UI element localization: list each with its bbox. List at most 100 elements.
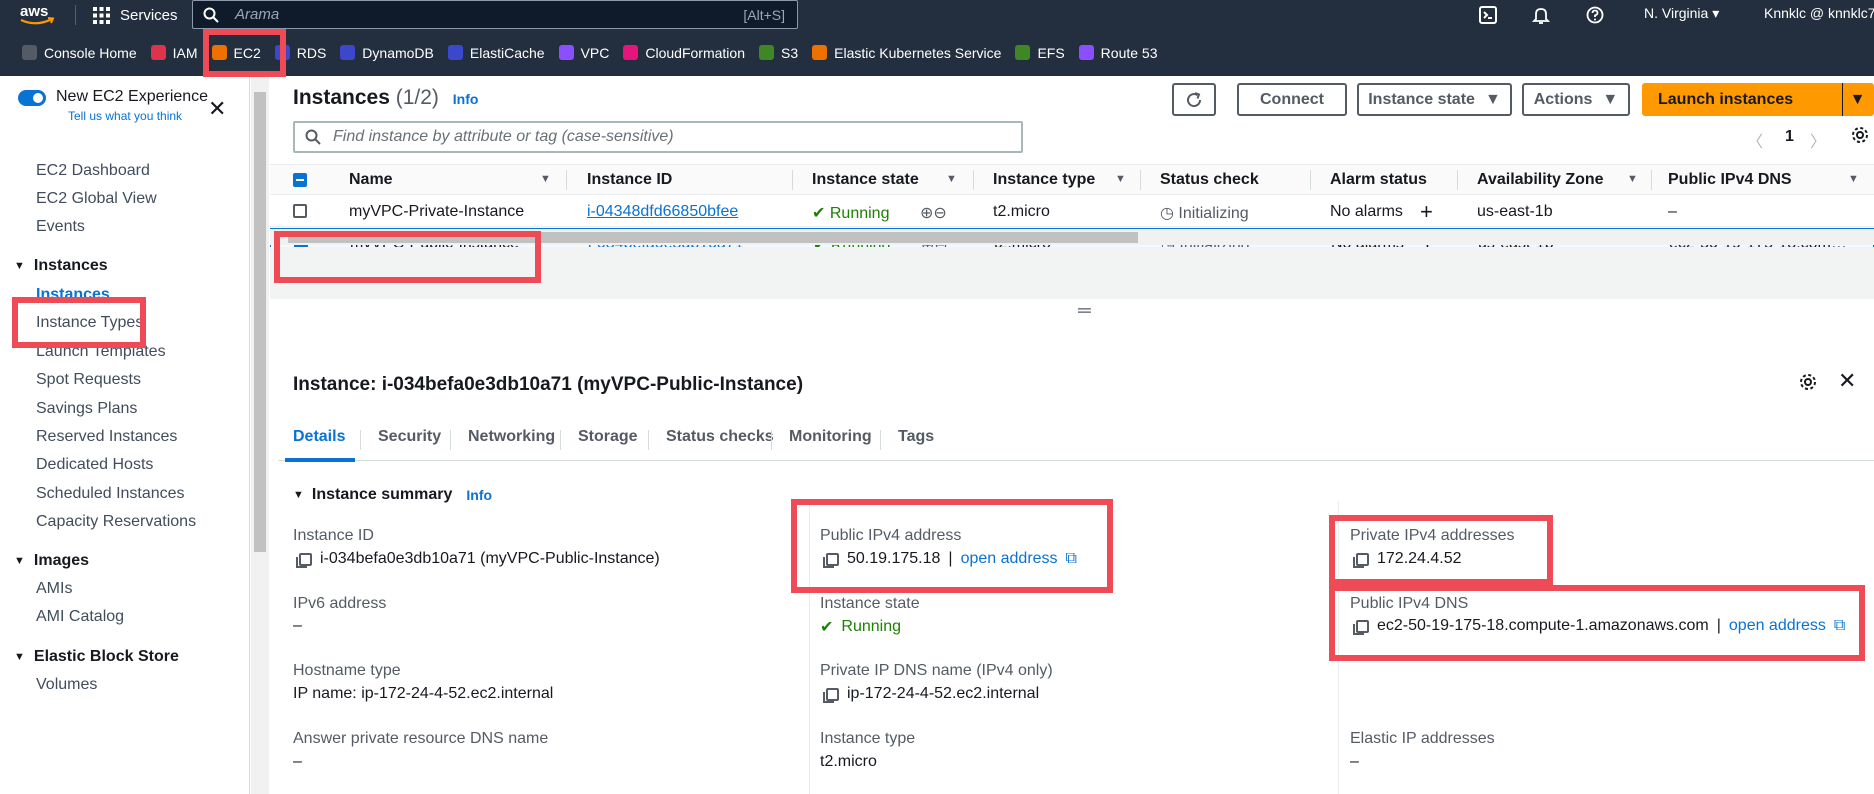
zoom-icons[interactable]: ⊕⊖ bbox=[920, 203, 947, 223]
info-link[interactable]: Info bbox=[453, 91, 479, 107]
sidebar-item-ec2-dashboard[interactable]: EC2 Dashboard bbox=[36, 162, 150, 180]
add-alarm-icon[interactable]: + bbox=[1420, 199, 1433, 225]
favorite-cloudformation[interactable]: CloudFormation bbox=[623, 45, 745, 61]
column-header-availability-zone[interactable]: Availability Zone bbox=[1477, 171, 1604, 189]
region-selector[interactable]: N. Virginia ▾ bbox=[1644, 5, 1719, 22]
sidebar-item-instances[interactable]: Instances bbox=[36, 286, 110, 304]
instance-summary-header[interactable]: ▼ Instance summary Info bbox=[293, 486, 492, 504]
services-menu[interactable]: Services bbox=[93, 4, 178, 26]
settings-icon[interactable] bbox=[1850, 125, 1870, 150]
launch-instances-button[interactable]: Launch instances ▼ bbox=[1642, 83, 1874, 116]
connect-button[interactable]: Connect bbox=[1237, 83, 1347, 116]
sidebar-section-elastic-block-store[interactable]: ▼ Elastic Block Store bbox=[14, 648, 179, 666]
scrollbar-thumb[interactable] bbox=[288, 232, 1138, 243]
filter-caret-icon[interactable]: ▼ bbox=[1627, 173, 1638, 185]
favorite-vpc[interactable]: VPC bbox=[558, 45, 609, 61]
refresh-button[interactable] bbox=[1172, 83, 1216, 116]
tab-security[interactable]: Security bbox=[378, 428, 441, 446]
favorite-console-home[interactable]: Console Home bbox=[22, 45, 137, 61]
cell-instance-id-link[interactable]: i-04348dfd66850bfee bbox=[587, 203, 738, 221]
actions-dropdown[interactable]: Actions ▼ bbox=[1522, 83, 1630, 116]
column-header-instance-type[interactable]: Instance type bbox=[993, 171, 1095, 189]
copy-icon[interactable] bbox=[1353, 619, 1369, 635]
table-row[interactable]: myVPC-Private-Instance i-04348dfd66850bfe… bbox=[270, 197, 1874, 227]
sidebar-item-events[interactable]: Events bbox=[36, 218, 85, 236]
region-label: N. Virginia bbox=[1644, 5, 1709, 21]
info-link[interactable]: Info bbox=[466, 487, 492, 503]
prev-page-icon[interactable]: 〈 bbox=[1747, 128, 1763, 152]
global-search-input[interactable]: Arama [Alt+S] bbox=[192, 0, 798, 29]
instance-state-dropdown[interactable]: Instance state ▼ bbox=[1357, 83, 1512, 116]
caret-down-icon[interactable]: ▼ bbox=[1842, 83, 1872, 116]
sidebar-item-spot-requests[interactable]: Spot Requests bbox=[36, 371, 141, 389]
account-menu[interactable]: Knnklc @ knnklc7 bbox=[1764, 5, 1874, 21]
tab-monitoring[interactable]: Monitoring bbox=[789, 428, 872, 446]
favorite-rds[interactable]: RDS bbox=[274, 45, 326, 61]
close-icon[interactable]: ✕ bbox=[208, 96, 226, 122]
page-number[interactable]: 1 bbox=[1785, 128, 1794, 146]
favorite-iam[interactable]: IAM bbox=[150, 45, 198, 61]
column-header-instance-state[interactable]: Instance state bbox=[812, 171, 919, 189]
toggle-switch[interactable] bbox=[18, 90, 46, 106]
new-experience-toggle[interactable]: New EC2 Experience Tell us what you thin… bbox=[18, 88, 208, 123]
row-checkbox[interactable] bbox=[293, 204, 307, 218]
filter-caret-icon[interactable]: ▼ bbox=[540, 173, 551, 185]
sidebar-scrollbar[interactable] bbox=[251, 76, 269, 794]
column-header-public-dns[interactable]: Public IPv4 DNS bbox=[1668, 171, 1792, 189]
sidebar-item-savings-plans[interactable]: Savings Plans bbox=[36, 400, 137, 418]
favorite-dynamodb[interactable]: DynamoDB bbox=[340, 45, 434, 61]
favorite-elastic-kubernetes-service[interactable]: Elastic Kubernetes Service bbox=[812, 45, 1001, 61]
column-header-name[interactable]: Name bbox=[349, 171, 393, 189]
tab-tags[interactable]: Tags bbox=[898, 428, 934, 446]
feedback-link[interactable]: Tell us what you think bbox=[68, 109, 208, 123]
filter-caret-icon[interactable]: ▼ bbox=[1115, 173, 1126, 185]
favorite-elasticache[interactable]: ElastiCache bbox=[447, 45, 545, 61]
tab-storage[interactable]: Storage bbox=[578, 428, 638, 446]
copy-icon[interactable] bbox=[1353, 552, 1369, 568]
bell-icon[interactable] bbox=[1530, 4, 1552, 26]
sidebar-item-scheduled-instances[interactable]: Scheduled Instances bbox=[36, 485, 185, 503]
sidebar-item-instance-types[interactable]: Instance Types bbox=[36, 314, 143, 332]
external-link-icon[interactable]: ⧉ bbox=[1066, 550, 1077, 568]
favorite-efs[interactable]: EFS bbox=[1015, 45, 1065, 61]
tab-networking[interactable]: Networking bbox=[468, 428, 555, 446]
filter-caret-icon[interactable]: ▼ bbox=[1848, 173, 1859, 185]
column-header-status-check[interactable]: Status check bbox=[1160, 171, 1259, 189]
open-address-link[interactable]: open address bbox=[961, 550, 1058, 568]
favorite-ec2[interactable]: EC2 bbox=[211, 45, 261, 61]
sidebar-item-ami-catalog[interactable]: AMI Catalog bbox=[36, 608, 124, 626]
settings-icon[interactable] bbox=[1798, 372, 1818, 397]
scrollbar-thumb[interactable] bbox=[254, 92, 266, 552]
external-link-icon[interactable]: ⧉ bbox=[1834, 617, 1845, 635]
copy-icon[interactable] bbox=[823, 552, 839, 568]
resize-handle-icon[interactable]: ═ bbox=[1078, 300, 1091, 321]
open-address-link[interactable]: open address bbox=[1729, 617, 1826, 635]
tab-details[interactable]: Details bbox=[293, 428, 345, 446]
sidebar-item-dedicated-hosts[interactable]: Dedicated Hosts bbox=[36, 456, 153, 474]
sidebar-item-ec2-global-view[interactable]: EC2 Global View bbox=[36, 190, 157, 208]
close-icon[interactable]: ✕ bbox=[1838, 368, 1856, 394]
select-all-checkbox[interactable] bbox=[293, 173, 307, 187]
sidebar-item-reserved-instances[interactable]: Reserved Instances bbox=[36, 428, 177, 446]
favorite-s3[interactable]: S3 bbox=[759, 45, 798, 61]
table-horizontal-scrollbar[interactable] bbox=[270, 229, 1874, 245]
aws-logo[interactable]: aws bbox=[18, 1, 58, 27]
sidebar-section-instances[interactable]: ▼ Instances bbox=[14, 257, 108, 275]
sidebar-section-images[interactable]: ▼ Images bbox=[14, 552, 89, 570]
tab-status-checks[interactable]: Status checks bbox=[666, 428, 774, 446]
copy-icon[interactable] bbox=[296, 552, 312, 568]
help-icon[interactable] bbox=[1584, 4, 1606, 26]
favorite-route-53[interactable]: Route 53 bbox=[1078, 45, 1158, 61]
sidebar-item-volumes[interactable]: Volumes bbox=[36, 676, 97, 694]
copy-icon[interactable] bbox=[823, 687, 839, 703]
filter-caret-icon[interactable]: ▼ bbox=[946, 173, 957, 185]
instance-filter-input[interactable]: Find instance by attribute or tag (case-… bbox=[293, 121, 1023, 153]
check-circle-icon: ✔ bbox=[812, 205, 830, 222]
cloudshell-icon[interactable] bbox=[1477, 4, 1499, 26]
next-page-icon[interactable]: 〉 bbox=[1810, 128, 1826, 152]
sidebar-item-capacity-reservations[interactable]: Capacity Reservations bbox=[36, 513, 196, 531]
sidebar-item-amis[interactable]: AMIs bbox=[36, 580, 72, 598]
column-header-alarm-status[interactable]: Alarm status bbox=[1330, 171, 1427, 189]
column-header-instance-id[interactable]: Instance ID bbox=[587, 171, 672, 189]
sidebar-item-launch-templates[interactable]: Launch Templates bbox=[36, 343, 166, 361]
